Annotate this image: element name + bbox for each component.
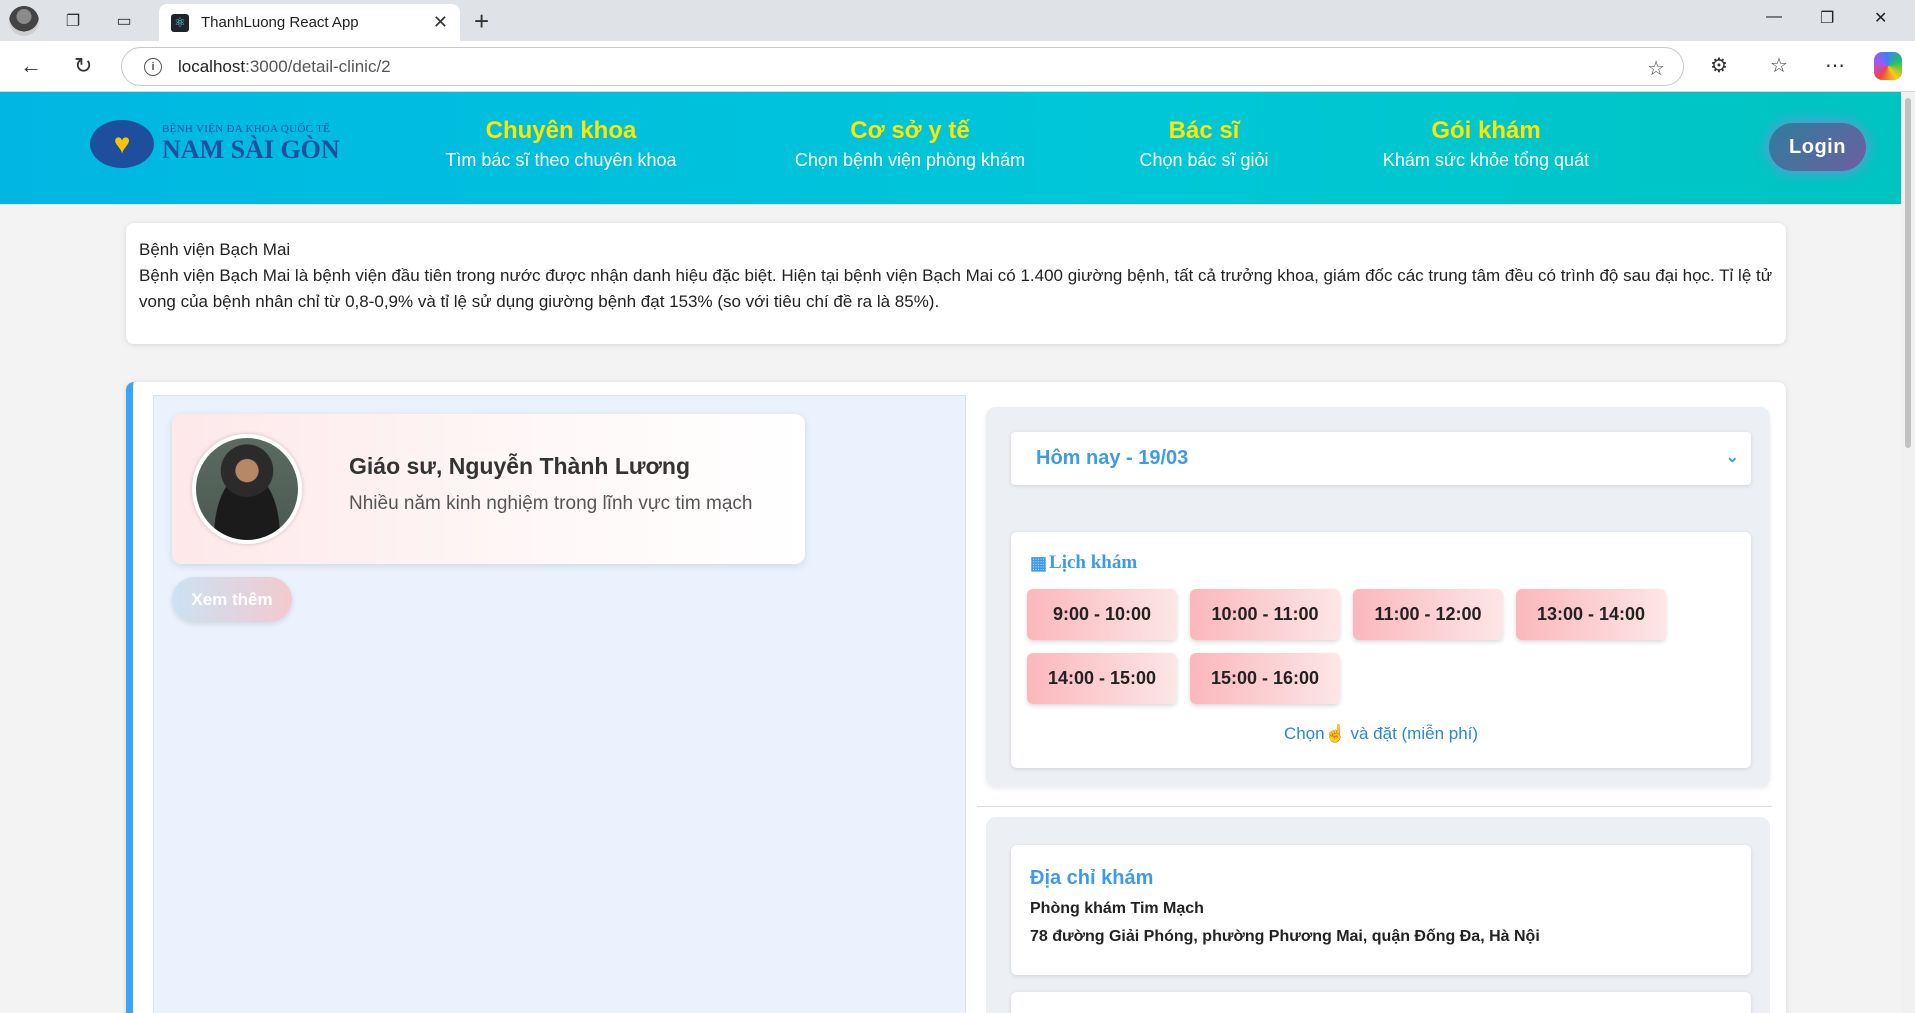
site-info-icon[interactable]: i (144, 57, 162, 76)
selected-day: Hôm nay - 19/03 (1036, 447, 1189, 469)
scrollbar-thumb[interactable] (1905, 98, 1911, 448)
schedule-card: ▦ Lịch khám 9:00 - 10:00 10:00 - 11:00 1… (1011, 532, 1751, 768)
favorite-star-icon[interactable]: ☆ (1647, 56, 1665, 81)
logo[interactable]: ♥ BỆNH VIỆN ĐA KHOA QUỐC TẾ NAM SÀI GÒN (90, 120, 340, 168)
site-header: ♥ BỆNH VIỆN ĐA KHOA QUỐC TẾ NAM SÀI GÒN … (0, 92, 1915, 204)
address-street: 78 đường Giải Phóng, phường Phương Mai, … (1030, 928, 1540, 945)
url-field[interactable]: i localhost:3000/detail-clinic/2 ☆ (121, 47, 1684, 86)
address-title: Địa chỉ khám (1030, 867, 1154, 889)
tab-title: ThanhLuong React App (201, 14, 359, 31)
more-options-icon[interactable]: ⋯ (1825, 53, 1845, 78)
time-slot[interactable]: 13:00 - 14:00 (1516, 589, 1666, 640)
price-card (1011, 992, 1751, 1013)
menu-item-chuyen-khoa[interactable]: Chuyên khoa Tìm bác sĩ theo chuyên khoa (441, 117, 681, 171)
menu-title: Cơ sở y tế (850, 117, 970, 144)
menu-item-bac-si[interactable]: Bác sĩ Chọn bác sĩ giỏi (1124, 117, 1284, 171)
time-slot[interactable]: 11:00 - 12:00 (1353, 589, 1503, 640)
heart-cross-logo-icon: ♥ (90, 120, 154, 168)
menu-title: Gói khám (1431, 117, 1541, 144)
tab-actions-icon[interactable]: ▭ (111, 8, 137, 34)
back-icon[interactable]: ← (20, 53, 42, 79)
address-section: Địa chỉ khám Phòng khám Tim Mạch 78 đườn… (986, 817, 1770, 1013)
schedule-panel: Hôm nay - 19/03 ⌄ ▦ Lịch khám 9:00 - 10:… (977, 382, 1786, 1013)
view-more-button[interactable]: Xem thêm (172, 577, 292, 622)
menu-item-goi-kham[interactable]: Gói khám Khám sức khỏe tổng quát (1366, 117, 1606, 171)
menu-subtitle: Chọn bác sĩ giỏi (1139, 150, 1269, 170)
time-slot[interactable]: 10:00 - 11:00 (1190, 589, 1340, 640)
doctor-name: Giáo sư, Nguyễn Thành Lương (349, 453, 691, 479)
window-close-icon[interactable]: ✕ (1874, 8, 1887, 28)
address-card: Địa chỉ khám Phòng khám Tim Mạch 78 đườn… (1011, 845, 1751, 975)
browser-address-bar: ← ↻ i localhost:3000/detail-clinic/2 ☆ ⚙… (0, 41, 1915, 92)
tab-close-icon[interactable]: ✕ (433, 12, 448, 33)
schedule-title: ▦ Lịch khám (1030, 552, 1138, 573)
doctor-card: Giáo sư, Nguyễn Thành Lương Nhiều năm ki… (172, 414, 805, 564)
booking-note: Chọn☝ và đặt (miễn phí) (1283, 724, 1479, 743)
menu-subtitle: Tìm bác sĩ theo chuyên khoa (445, 150, 677, 170)
divider (977, 806, 1772, 807)
page-scrollbar[interactable] (1901, 92, 1915, 1013)
reload-icon[interactable]: ↻ (74, 53, 92, 79)
chevron-down-icon: ⌄ (1725, 449, 1739, 466)
doctor-description: Nhiều năm kinh nghiệm trong lĩnh vực tim… (349, 493, 753, 514)
tab-active[interactable]: ⚛ ThanhLuong React App ✕ (159, 4, 460, 41)
new-tab-icon[interactable]: + (474, 6, 489, 37)
calendar-icon: ▦ (1030, 552, 1048, 573)
profile-avatar[interactable] (9, 6, 39, 36)
doctor-info-panel: Giáo sư, Nguyễn Thành Lương Nhiều năm ki… (153, 395, 966, 1013)
doctor-detail-box: Giáo sư, Nguyễn Thành Lương Nhiều năm ki… (126, 382, 1786, 1013)
menu-item-co-so-y-te[interactable]: Cơ sở y tế Chọn bệnh viện phòng khám (780, 117, 1040, 171)
logo-subtitle: BỆNH VIỆN ĐA KHOA QUỐC TẾ (162, 123, 331, 135)
workspaces-icon[interactable]: ❐ (60, 8, 86, 34)
copilot-icon[interactable] (1874, 52, 1902, 80)
browser-tab-bar: ❐ ▭ ⚛ ThanhLuong React App ✕ + — ❐ ✕ (0, 0, 1915, 41)
clinic-info-card: Bệnh viện Bạch Mai Bệnh viện Bạch Mai là… (126, 223, 1786, 344)
react-favicon-icon: ⚛ (171, 13, 189, 32)
day-select[interactable]: Hôm nay - 19/03 ⌄ (1011, 432, 1751, 485)
doctor-avatar (192, 434, 302, 544)
favorites-icon[interactable]: ☆ (1770, 53, 1788, 78)
minimize-icon[interactable]: — (1766, 8, 1782, 26)
logo-title: NAM SÀI GÒN (162, 135, 340, 164)
schedule-section: Hôm nay - 19/03 ⌄ ▦ Lịch khám 9:00 - 10:… (986, 407, 1770, 787)
time-slot[interactable]: 15:00 - 16:00 (1190, 653, 1340, 704)
extensions-icon[interactable]: ⚙ (1710, 53, 1728, 78)
address-clinic-name: Phòng khám Tim Mạch (1030, 900, 1204, 917)
time-slot[interactable]: 14:00 - 15:00 (1027, 653, 1177, 704)
restore-icon[interactable]: ❐ (1820, 8, 1834, 28)
clinic-description: Bệnh viện Bạch Mai là bệnh viện đầu tiên… (139, 266, 1773, 311)
menu-title: Chuyên khoa (485, 117, 637, 144)
url-text: localhost:3000/detail-clinic/2 (178, 56, 391, 76)
time-slot[interactable]: 9:00 - 10:00 (1027, 589, 1177, 640)
clinic-name: Bệnh viện Bạch Mai (139, 240, 291, 259)
menu-title: Bác sĩ (1168, 117, 1240, 144)
login-button[interactable]: Login (1769, 123, 1866, 171)
menu-subtitle: Chọn bệnh viện phòng khám (794, 150, 1026, 170)
menu-subtitle: Khám sức khỏe tổng quát (1382, 150, 1590, 170)
pointing-hand-icon: ☝ (1324, 724, 1346, 743)
